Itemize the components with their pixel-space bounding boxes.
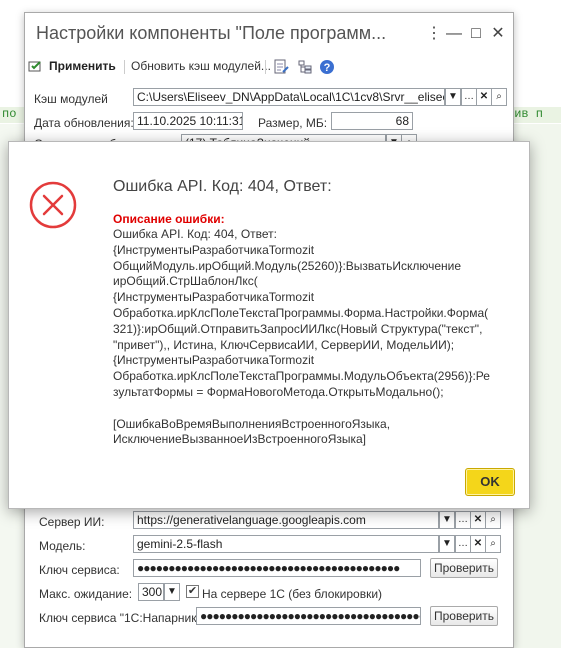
refresh-cache-button[interactable]: Обновить кэш модулей... — [131, 59, 271, 73]
maximize-button[interactable]: □ — [465, 23, 487, 45]
error-line: "привет"),, Истина, КлючСервисаИИ, Серве… — [113, 337, 455, 352]
ok-button[interactable]: OK — [465, 468, 515, 496]
error-line: [ОшибкаВоВремяВыполненияВстроенногоЯзыка… — [113, 416, 391, 431]
model-label: Модель: — [39, 539, 86, 553]
error-line: Обработка.ирКлсПолеТекстаПрограммы.Форма… — [113, 305, 489, 320]
error-line: ирОбщий.СтрШаблонЛкс( — [113, 274, 258, 289]
dropdown-icon[interactable]: ▼ — [439, 535, 455, 553]
error-line: {ИнструментыРазработчикаTormozit — [113, 290, 315, 305]
open-icon[interactable]: ⌕ — [485, 535, 501, 553]
size-field: 68 — [331, 112, 413, 130]
error-line: {ИнструментыРазработчикаTormozit — [113, 242, 315, 257]
code-fragment-right: сив п — [507, 107, 561, 123]
cache-label: Кэш модулей — [34, 92, 108, 106]
toolbar-separator — [124, 60, 125, 74]
window-titlebar[interactable]: Настройки компоненты "Поле программ... ⋮… — [25, 13, 513, 55]
update-date-label: Дата обновления: — [34, 116, 134, 130]
error-icon — [29, 181, 77, 229]
select-button[interactable]: … — [461, 88, 477, 106]
ai-server-field[interactable]: https://generativelanguage.googleapis.co… — [133, 511, 439, 529]
error-dialog: Ошибка API. Код: 404, Ответ: Описание ош… — [8, 141, 530, 509]
edit-document-icon[interactable] — [273, 59, 289, 75]
minimize-button[interactable]: — — [443, 23, 465, 45]
toolbar-separator — [265, 60, 266, 74]
error-line: 321)}:ирОбщий.ОтправитьЗапросИИЛкс(Новый… — [113, 321, 483, 336]
error-description-heading: Описание ошибки: — [113, 212, 225, 226]
max-wait-field[interactable]: 300 — [138, 583, 164, 601]
dropdown-icon[interactable]: ▼ — [439, 511, 455, 529]
check-partner-key-button[interactable]: Проверить — [430, 606, 498, 626]
select-button[interactable]: … — [455, 535, 471, 553]
service-key-field[interactable]: ●●●●●●●●●●●●●●●●●●●●●●●●●●●●●●●●●●●●●●●●… — [133, 559, 421, 577]
error-title: Ошибка API. Код: 404, Ответ: — [113, 178, 332, 195]
open-icon[interactable]: ⌕ — [485, 511, 501, 529]
window-title: Настройки компоненты "Поле программ... — [36, 23, 387, 43]
error-line: зультатФормы = ФормаНовогоМетода.Открыть… — [113, 384, 444, 399]
svg-text:?: ? — [324, 62, 331, 74]
error-line: ИсключениеВызванноеИзВстроенногоЯзыка] — [113, 432, 367, 447]
service-key-label: Ключ сервиса: — [39, 563, 120, 577]
error-line-gap — [113, 401, 523, 417]
on-server-label: На сервере 1С (без блокировки) — [202, 587, 383, 601]
open-icon[interactable]: ⌕ — [491, 88, 507, 106]
code-fragment-left: по — [0, 107, 26, 123]
error-line: Ошибка API. Код: 404, Ответ: — [113, 227, 278, 241]
close-button[interactable]: ✕ — [487, 23, 509, 45]
partner-key-field[interactable]: ●●●●●●●●●●●●●●●●●●●●●●●●●●●●●●●●●●●●●●● — [196, 607, 421, 625]
update-date-field: 11.10.2025 10:11:31 — [133, 112, 243, 130]
error-line: Обработка.ирКлсПолеТекстаПрограммы.Модул… — [113, 369, 490, 384]
help-icon[interactable]: ? — [319, 59, 335, 75]
max-wait-label: Макс. ожидание: — [39, 587, 133, 601]
cache-path-field[interactable]: C:\Users\Eliseev_DN\AppData\Local\1C\1cv… — [133, 88, 445, 106]
clear-icon[interactable]: ✕ — [470, 535, 486, 553]
error-line: {ИнструментыРазработчикаTormozit — [113, 353, 315, 368]
model-field[interactable]: gemini-2.5-flash — [133, 535, 439, 553]
dropdown-icon[interactable]: ▼ — [164, 583, 180, 601]
apply-icon — [28, 61, 41, 72]
select-button[interactable]: … — [455, 511, 471, 529]
tree-structure-icon[interactable] — [297, 59, 313, 75]
on-server-checkbox[interactable]: ✔ — [186, 585, 199, 598]
check-key-button[interactable]: Проверить — [430, 558, 498, 578]
toolbar: Применить Обновить кэш модулей... ? — [25, 55, 513, 79]
size-label: Размер, МБ: — [258, 116, 328, 130]
error-line: ОбщийМодуль.ирОбщий.Модуль(25260)}:Вызва… — [113, 258, 461, 273]
more-icon[interactable]: ⋮ — [423, 23, 445, 45]
partner-key-label: Ключ сервиса "1С:Напарник": — [39, 611, 205, 625]
clear-icon[interactable]: ✕ — [470, 511, 486, 529]
clear-icon[interactable]: ✕ — [476, 88, 492, 106]
error-description: Ошибка API. Код: 404, Ответ: {Инструмент… — [113, 227, 523, 448]
dropdown-icon[interactable]: ▼ — [445, 88, 461, 106]
ai-server-label: Сервер ИИ: — [39, 515, 105, 529]
apply-button[interactable]: Применить — [49, 59, 116, 73]
